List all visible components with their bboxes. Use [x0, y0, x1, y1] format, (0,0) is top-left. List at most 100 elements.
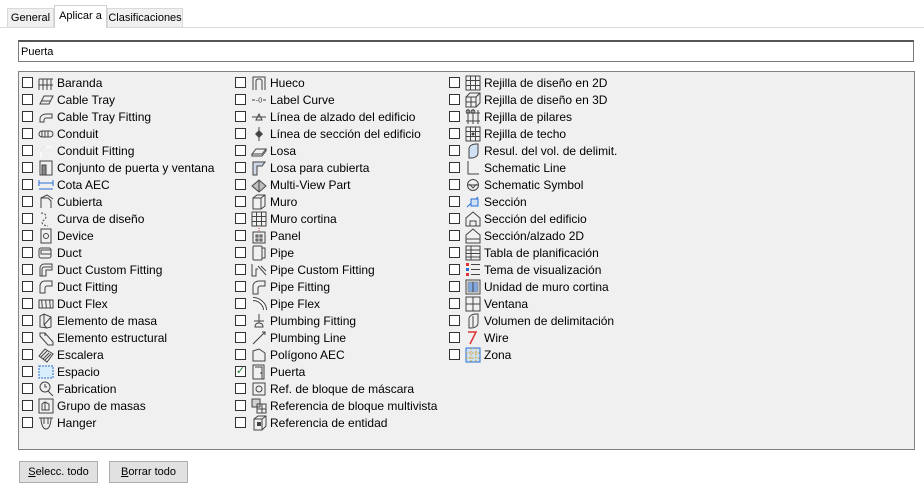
object-type-item[interactable]: Conduit: [22, 125, 214, 142]
checkbox[interactable]: [449, 145, 460, 156]
object-type-item[interactable]: ✓ Puerta: [235, 363, 437, 380]
object-type-item[interactable]: Muro cortina: [235, 210, 437, 227]
checkbox[interactable]: [235, 179, 246, 190]
checkbox[interactable]: [235, 400, 246, 411]
checkbox[interactable]: [449, 298, 460, 309]
object-type-item[interactable]: Espacio: [22, 363, 214, 380]
checkbox[interactable]: [449, 281, 460, 292]
checkbox[interactable]: [449, 94, 460, 105]
checkbox[interactable]: [22, 162, 33, 173]
object-type-item[interactable]: Multi-View Part: [235, 176, 437, 193]
object-type-item[interactable]: Tema de visualización: [449, 261, 617, 278]
object-type-item[interactable]: Sección/alzado 2D: [449, 227, 617, 244]
object-type-item[interactable]: Wire: [449, 329, 617, 346]
object-type-item[interactable]: Pipe Flex: [235, 295, 437, 312]
select-all-button[interactable]: Selecc. todo: [19, 461, 98, 483]
checkbox[interactable]: [449, 264, 460, 275]
checkbox[interactable]: [22, 281, 33, 292]
checkbox[interactable]: [235, 383, 246, 394]
object-type-item[interactable]: Rejilla de diseño en 3D: [449, 91, 617, 108]
object-type-item[interactable]: Fabrication: [22, 380, 214, 397]
checkbox[interactable]: [22, 264, 33, 275]
tab-general[interactable]: General: [7, 8, 54, 27]
object-type-item[interactable]: Duct: [22, 244, 214, 261]
checkbox[interactable]: [22, 111, 33, 122]
checkbox[interactable]: [235, 145, 246, 156]
checkbox[interactable]: [235, 315, 246, 326]
checkbox[interactable]: [449, 196, 460, 207]
checkbox[interactable]: [22, 366, 33, 377]
tab-clasificaciones[interactable]: Clasificaciones: [107, 8, 183, 27]
object-type-item[interactable]: Rejilla de pilares: [449, 108, 617, 125]
object-type-item[interactable]: Losa para cubierta: [235, 159, 437, 176]
object-type-item[interactable]: Referencia de bloque multivista: [235, 397, 437, 414]
checkbox[interactable]: [449, 77, 460, 88]
object-type-item[interactable]: Plumbing Fitting: [235, 312, 437, 329]
object-type-item[interactable]: Tabla de planificación: [449, 244, 617, 261]
object-type-item[interactable]: Cable Tray Fitting: [22, 108, 214, 125]
checkbox[interactable]: [235, 162, 246, 173]
checkbox[interactable]: [449, 179, 460, 190]
checkbox[interactable]: [22, 315, 33, 326]
checkbox[interactable]: [22, 179, 33, 190]
checkbox[interactable]: [22, 230, 33, 241]
object-type-item[interactable]: Línea de sección del edificio: [235, 125, 437, 142]
checkbox[interactable]: [22, 94, 33, 105]
checkbox[interactable]: [449, 111, 460, 122]
object-type-item[interactable]: Panel: [235, 227, 437, 244]
checkbox[interactable]: [22, 247, 33, 258]
object-type-item[interactable]: Zona: [449, 346, 617, 363]
object-type-item[interactable]: Elemento estructural: [22, 329, 214, 346]
object-type-item[interactable]: Muro: [235, 193, 437, 210]
checkbox-checked[interactable]: ✓: [235, 366, 246, 377]
checkbox[interactable]: [22, 332, 33, 343]
object-type-item[interactable]: Ref. de bloque de máscara: [235, 380, 437, 397]
object-type-item[interactable]: Plumbing Line: [235, 329, 437, 346]
object-type-item[interactable]: Grupo de masas: [22, 397, 214, 414]
clear-all-button[interactable]: Borrar todo: [109, 461, 188, 483]
object-type-list[interactable]: Baranda Cable Tray Cable Tray Fitting Condu…: [18, 71, 915, 450]
checkbox[interactable]: [235, 332, 246, 343]
checkbox[interactable]: [22, 128, 33, 139]
checkbox[interactable]: [449, 128, 460, 139]
checkbox[interactable]: [449, 315, 460, 326]
object-type-item[interactable]: Cota AEC: [22, 176, 214, 193]
object-type-item[interactable]: Polígono AEC: [235, 346, 437, 363]
checkbox[interactable]: [235, 281, 246, 292]
object-type-item[interactable]: Pipe Custom Fitting: [235, 261, 437, 278]
object-type-item[interactable]: Cubierta: [22, 193, 214, 210]
object-type-item[interactable]: Unidad de muro cortina: [449, 278, 617, 295]
object-type-item[interactable]: Elemento de masa: [22, 312, 214, 329]
object-type-item[interactable]: Ventana: [449, 295, 617, 312]
object-type-item[interactable]: Conduit Fitting: [22, 142, 214, 159]
checkbox[interactable]: [22, 196, 33, 207]
object-type-item[interactable]: Losa: [235, 142, 437, 159]
object-type-item[interactable]: Conjunto de puerta y ventana: [22, 159, 214, 176]
object-type-item[interactable]: Cable Tray: [22, 91, 214, 108]
checkbox[interactable]: [235, 111, 246, 122]
object-type-item[interactable]: Device: [22, 227, 214, 244]
object-type-item[interactable]: Sección del edificio: [449, 210, 617, 227]
object-type-item[interactable]: Pipe Fitting: [235, 278, 437, 295]
checkbox[interactable]: [22, 213, 33, 224]
object-type-item[interactable]: Rejilla de diseño en 2D: [449, 74, 617, 91]
checkbox[interactable]: [22, 417, 33, 428]
checkbox[interactable]: [235, 196, 246, 207]
checkbox[interactable]: [449, 162, 460, 173]
checkbox[interactable]: [235, 77, 246, 88]
checkbox[interactable]: [22, 383, 33, 394]
object-type-item[interactable]: Hanger: [22, 414, 214, 431]
checkbox[interactable]: [449, 230, 460, 241]
checkbox[interactable]: [235, 349, 246, 360]
object-type-item[interactable]: Baranda: [22, 74, 214, 91]
checkbox[interactable]: [22, 77, 33, 88]
checkbox[interactable]: [449, 349, 460, 360]
checkbox[interactable]: [22, 145, 33, 156]
object-type-item[interactable]: Pipe: [235, 244, 437, 261]
object-type-item[interactable]: Sección: [449, 193, 617, 210]
object-type-item[interactable]: Resul. del vol. de delimit.: [449, 142, 617, 159]
checkbox[interactable]: [22, 349, 33, 360]
checkbox[interactable]: [22, 400, 33, 411]
checkbox[interactable]: [449, 247, 460, 258]
object-type-item[interactable]: Duct Flex: [22, 295, 214, 312]
